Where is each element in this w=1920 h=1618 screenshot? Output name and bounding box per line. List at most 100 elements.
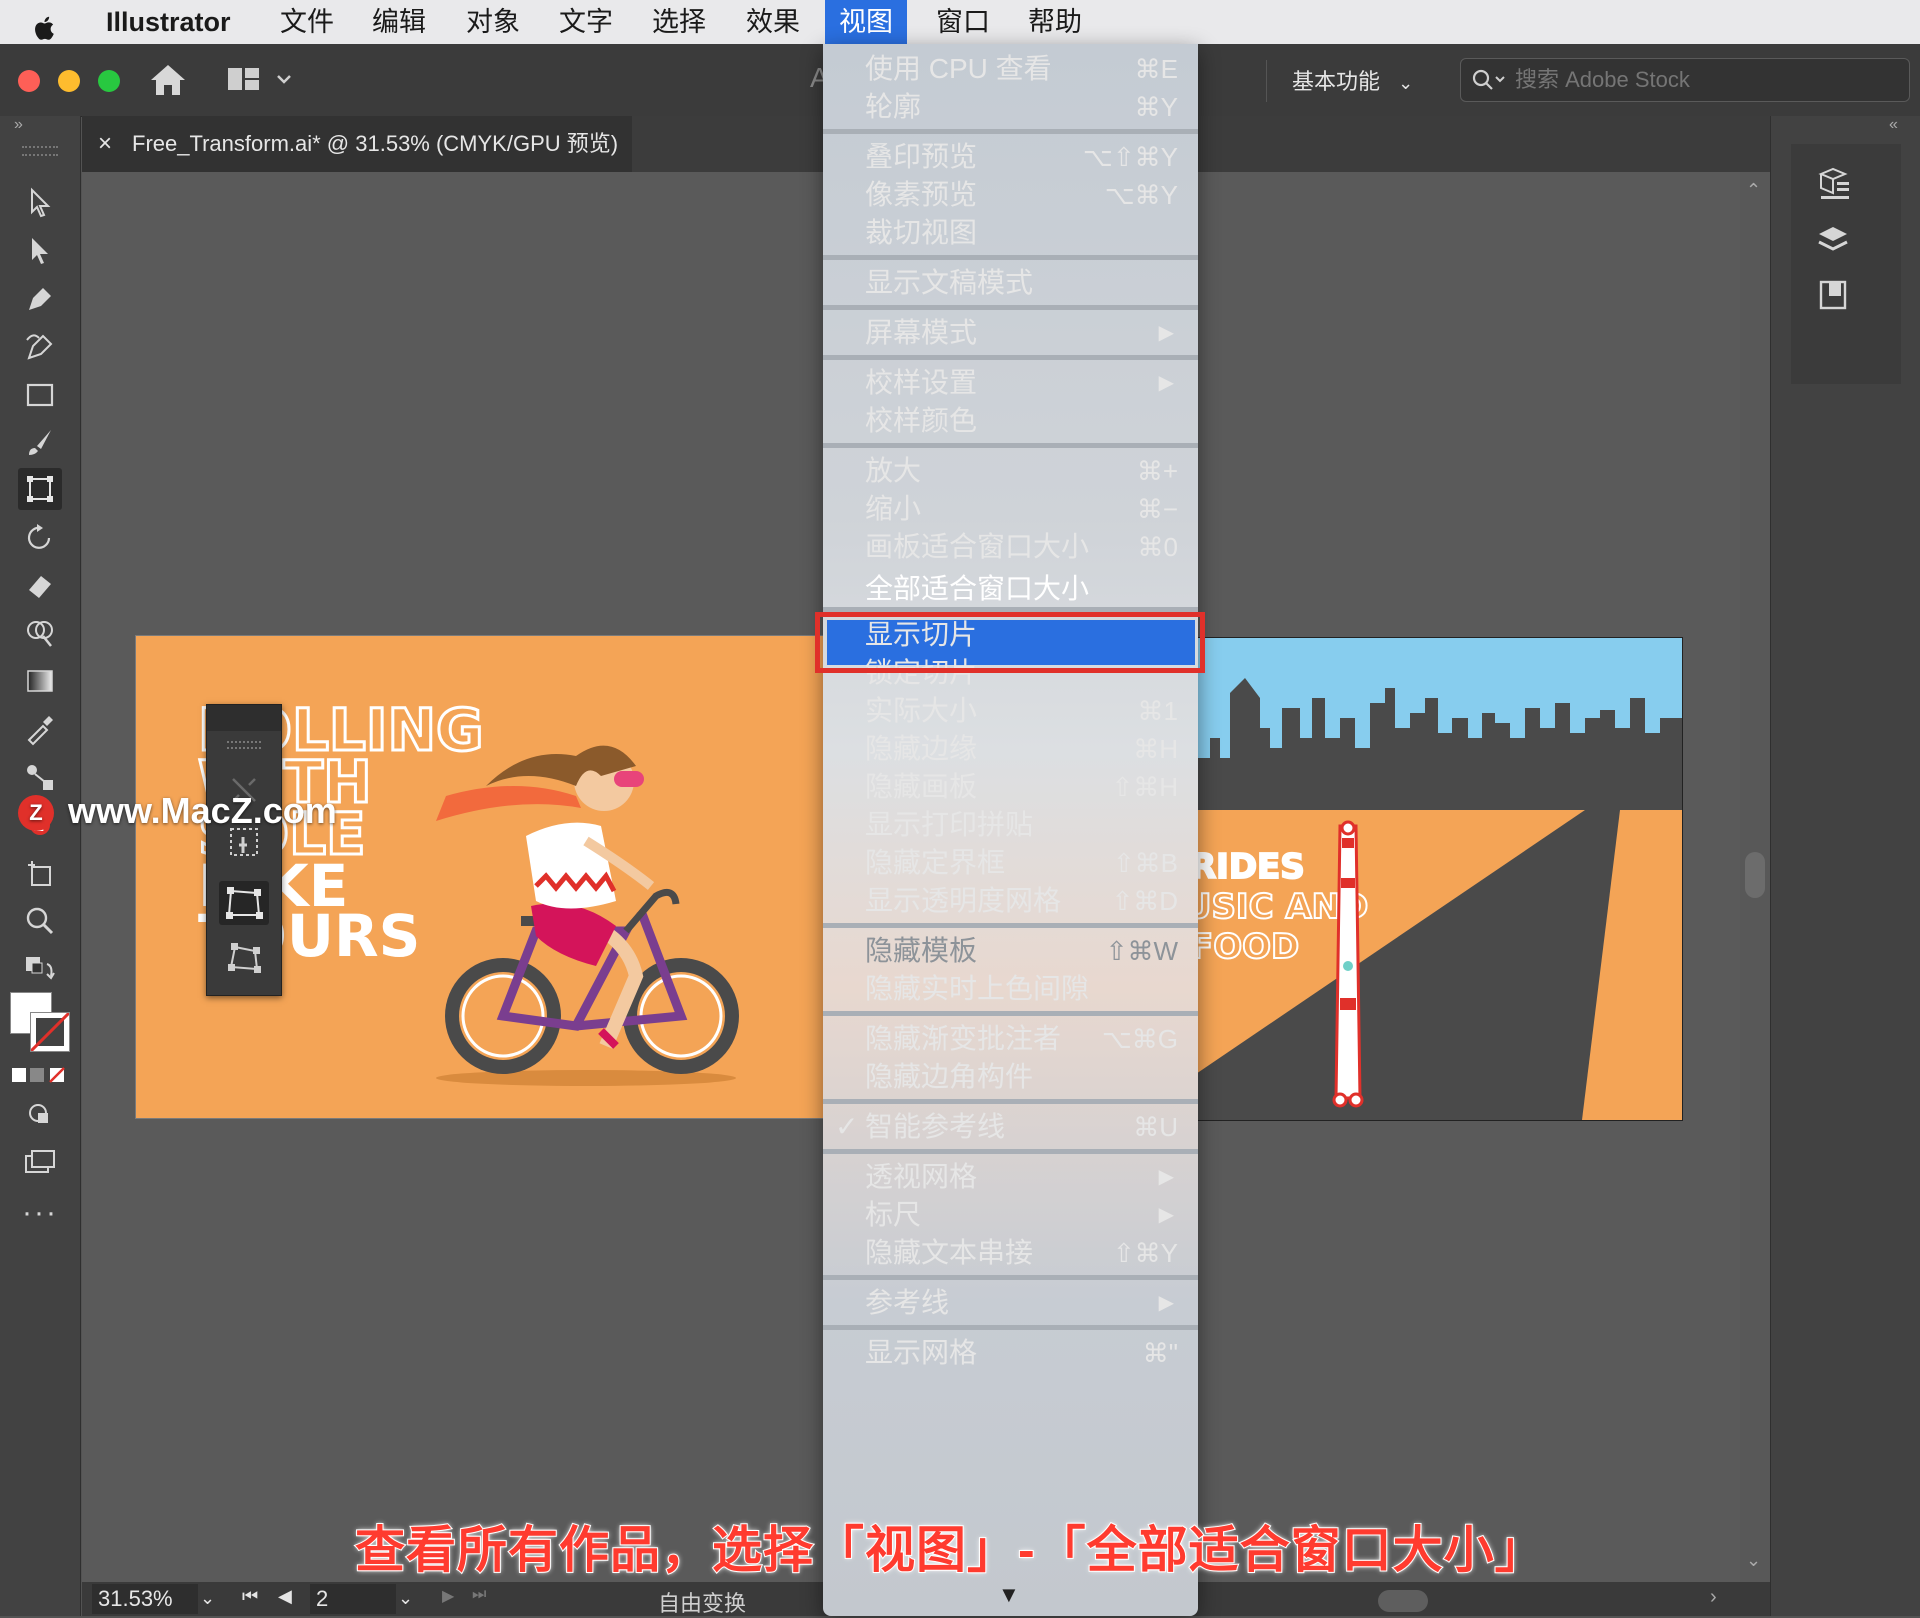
stock-search-field[interactable] <box>1460 58 1910 102</box>
artboard-number-field[interactable]: 2 <box>310 1584 396 1614</box>
view-menu-item[interactable]: 校样设置 ▶ <box>823 364 1198 402</box>
view-menu-item[interactable]: 画板适合窗口大小 ⌘0 <box>823 528 1198 566</box>
menu-select[interactable]: 选择 <box>638 0 720 44</box>
view-menu-item[interactable]: 隐藏文本串接 ⇧⌘Y <box>823 1234 1198 1272</box>
swap-fill-stroke-icon[interactable] <box>18 950 62 992</box>
document-tab[interactable]: × Free_Transform.ai* @ 31.53% (CMYK/GPU … <box>82 116 632 172</box>
vertical-scrollbar[interactable]: ⌃ ⌄ <box>1740 172 1770 1582</box>
color-mode-icons[interactable] <box>12 1066 70 1089</box>
eraser-tool-icon[interactable] <box>18 564 62 606</box>
last-artboard-icon[interactable]: ⏭ <box>472 1586 486 1604</box>
scroll-up-arrow-icon[interactable]: ⌃ <box>1746 180 1761 201</box>
widget-grip[interactable] <box>227 741 261 749</box>
view-menu-item[interactable]: 透视网格 ▶ <box>823 1158 1198 1196</box>
free-transform-widget[interactable] <box>206 704 282 996</box>
menu-edit[interactable]: 编辑 <box>358 0 440 44</box>
horizontal-scrollbar-thumb[interactable] <box>1378 1590 1428 1612</box>
zoom-window-button[interactable] <box>98 70 120 92</box>
scroll-right-arrow-icon[interactable]: › <box>1710 1586 1717 1609</box>
view-menu-item[interactable]: 隐藏画板 ⇧⌘H <box>823 768 1198 806</box>
menubar-app-name[interactable]: Illustrator <box>92 0 245 44</box>
widget-header[interactable] <box>207 705 281 731</box>
view-menu-item[interactable]: 隐藏模板 ⇧⌘W <box>823 932 1198 970</box>
properties-panel-icon[interactable] <box>1813 166 1853 211</box>
edit-toolbar-icon[interactable]: ··· <box>22 1196 58 1230</box>
screen-mode-icon[interactable] <box>18 1142 62 1184</box>
first-artboard-icon[interactable]: ⏮ <box>242 1586 258 1607</box>
zoom-tool-icon[interactable] <box>18 900 62 942</box>
shape-builder-tool-icon[interactable] <box>18 612 62 654</box>
layers-panel-icon[interactable] <box>1813 220 1853 265</box>
stroke-color-swatch[interactable] <box>30 1012 70 1052</box>
menu-view[interactable]: 视图 <box>825 0 907 44</box>
menu-help[interactable]: 帮助 <box>1014 0 1096 44</box>
view-menu-item[interactable]: 参考线 ▶ <box>823 1284 1198 1322</box>
menu-type[interactable]: 文字 <box>545 0 627 44</box>
view-menu-item[interactable]: 实际大小 ⌘1 <box>823 692 1198 730</box>
view-menu-item[interactable]: 隐藏渐变批注者 ⌥⌘G <box>823 1020 1198 1058</box>
road-text-line-3: FOOD <box>1190 927 1299 967</box>
zoom-dropdown-chevron-icon[interactable]: ⌄ <box>200 1588 215 1609</box>
scroll-down-arrow-icon[interactable]: ⌄ <box>1746 1550 1761 1571</box>
eyedropper-tool-icon[interactable] <box>18 708 62 750</box>
curvature-tool-icon[interactable] <box>18 326 62 368</box>
close-tab-icon[interactable]: × <box>98 116 112 172</box>
view-menu-item[interactable]: 放大 ⌘+ <box>823 452 1198 490</box>
view-menu-item[interactable]: 轮廓 ⌘Y <box>823 88 1198 126</box>
expand-panels-icon[interactable]: « <box>1889 116 1898 134</box>
view-menu-item[interactable]: 校样颜色 <box>823 402 1198 440</box>
previous-artboard-icon[interactable]: ◀ <box>278 1586 292 1607</box>
rectangle-tool-icon[interactable] <box>18 374 62 416</box>
view-menu-item-label: 屏幕模式 <box>865 317 978 348</box>
collapse-panel-icon[interactable]: » <box>14 116 23 134</box>
view-menu-item[interactable]: 隐藏边缘 ⌘H <box>823 730 1198 768</box>
perspective-distort-option-icon[interactable] <box>219 881 269 925</box>
view-menu-item[interactable]: 隐藏定界框 ⇧⌘B <box>823 844 1198 882</box>
menu-effect[interactable]: 效果 <box>732 0 814 44</box>
direct-selection-tool-icon[interactable] <box>18 230 62 272</box>
view-menu-item[interactable]: 叠印预览 ⌥⇧⌘Y <box>823 138 1198 176</box>
selection-tool-icon[interactable] <box>18 182 62 224</box>
current-tool-status[interactable]: 自由变换 <box>658 1586 746 1618</box>
view-menu-item[interactable]: 显示打印拼贴 <box>823 806 1198 844</box>
view-menu-item[interactable]: 显示透明度网格 ⇧⌘D <box>823 882 1198 920</box>
panel-grip[interactable] <box>22 146 58 156</box>
minimize-window-button[interactable] <box>58 70 80 92</box>
arrange-documents-icon[interactable] <box>226 64 296 99</box>
close-window-button[interactable] <box>18 70 40 92</box>
menu-scroll-down-icon[interactable]: ▼ <box>998 1582 1020 1608</box>
view-menu-item[interactable]: 隐藏实时上色间隙 <box>823 970 1198 1008</box>
pen-tool-icon[interactable] <box>18 278 62 320</box>
view-menu-item[interactable]: 全部适合窗口大小 <box>823 570 1198 608</box>
search-input[interactable] <box>1513 63 1897 97</box>
menu-object[interactable]: 对象 <box>452 0 534 44</box>
artboard-dropdown-chevron-icon[interactable]: ⌄ <box>398 1588 413 1609</box>
rotate-tool-icon[interactable] <box>18 516 62 558</box>
menu-window[interactable]: 窗口 <box>922 0 1004 44</box>
view-menu-item[interactable]: 隐藏边角构件 <box>823 1058 1198 1096</box>
next-artboard-icon[interactable]: ▶ <box>442 1586 454 1606</box>
free-transform-tool-icon[interactable] <box>18 468 62 510</box>
view-menu-item[interactable]: 标尺 ▶ <box>823 1196 1198 1234</box>
scrollbar-thumb[interactable] <box>1745 852 1765 898</box>
paintbrush-tool-icon[interactable] <box>18 422 62 464</box>
view-menu-item[interactable]: 显示网格 ⌘" <box>823 1334 1198 1372</box>
zoom-level-field[interactable]: 31.53% <box>92 1584 198 1614</box>
workspace-switcher[interactable]: 基本功能 ⌄ <box>1292 64 1413 96</box>
view-menu-item[interactable]: 屏幕模式 ▶ <box>823 314 1198 352</box>
apple-logo-icon[interactable] <box>30 0 64 44</box>
view-menu-item[interactable]: 像素预览 ⌥⌘Y <box>823 176 1198 214</box>
libraries-panel-icon[interactable] <box>1813 274 1853 319</box>
view-menu-item[interactable]: ✓ 智能参考线 ⌘U <box>823 1108 1198 1146</box>
draw-mode-icon[interactable] <box>18 1094 62 1136</box>
home-icon[interactable] <box>148 62 188 103</box>
view-menu-item[interactable]: 使用 CPU 查看 ⌘E <box>823 50 1198 88</box>
view-menu-item[interactable]: 缩小 ⌘− <box>823 490 1198 528</box>
artboard-tool-icon[interactable] <box>18 852 62 894</box>
view-menu-item[interactable]: 裁切视图 <box>823 214 1198 252</box>
gradient-tool-icon[interactable] <box>18 660 62 702</box>
view-menu-item[interactable]: 显示文稿模式 <box>823 264 1198 302</box>
menu-file[interactable]: 文件 <box>266 0 348 44</box>
artboard-city-road[interactable]: RIDES MUSIC AND FOOD <box>1190 638 1682 1120</box>
free-distort-option-icon[interactable] <box>225 939 263 982</box>
